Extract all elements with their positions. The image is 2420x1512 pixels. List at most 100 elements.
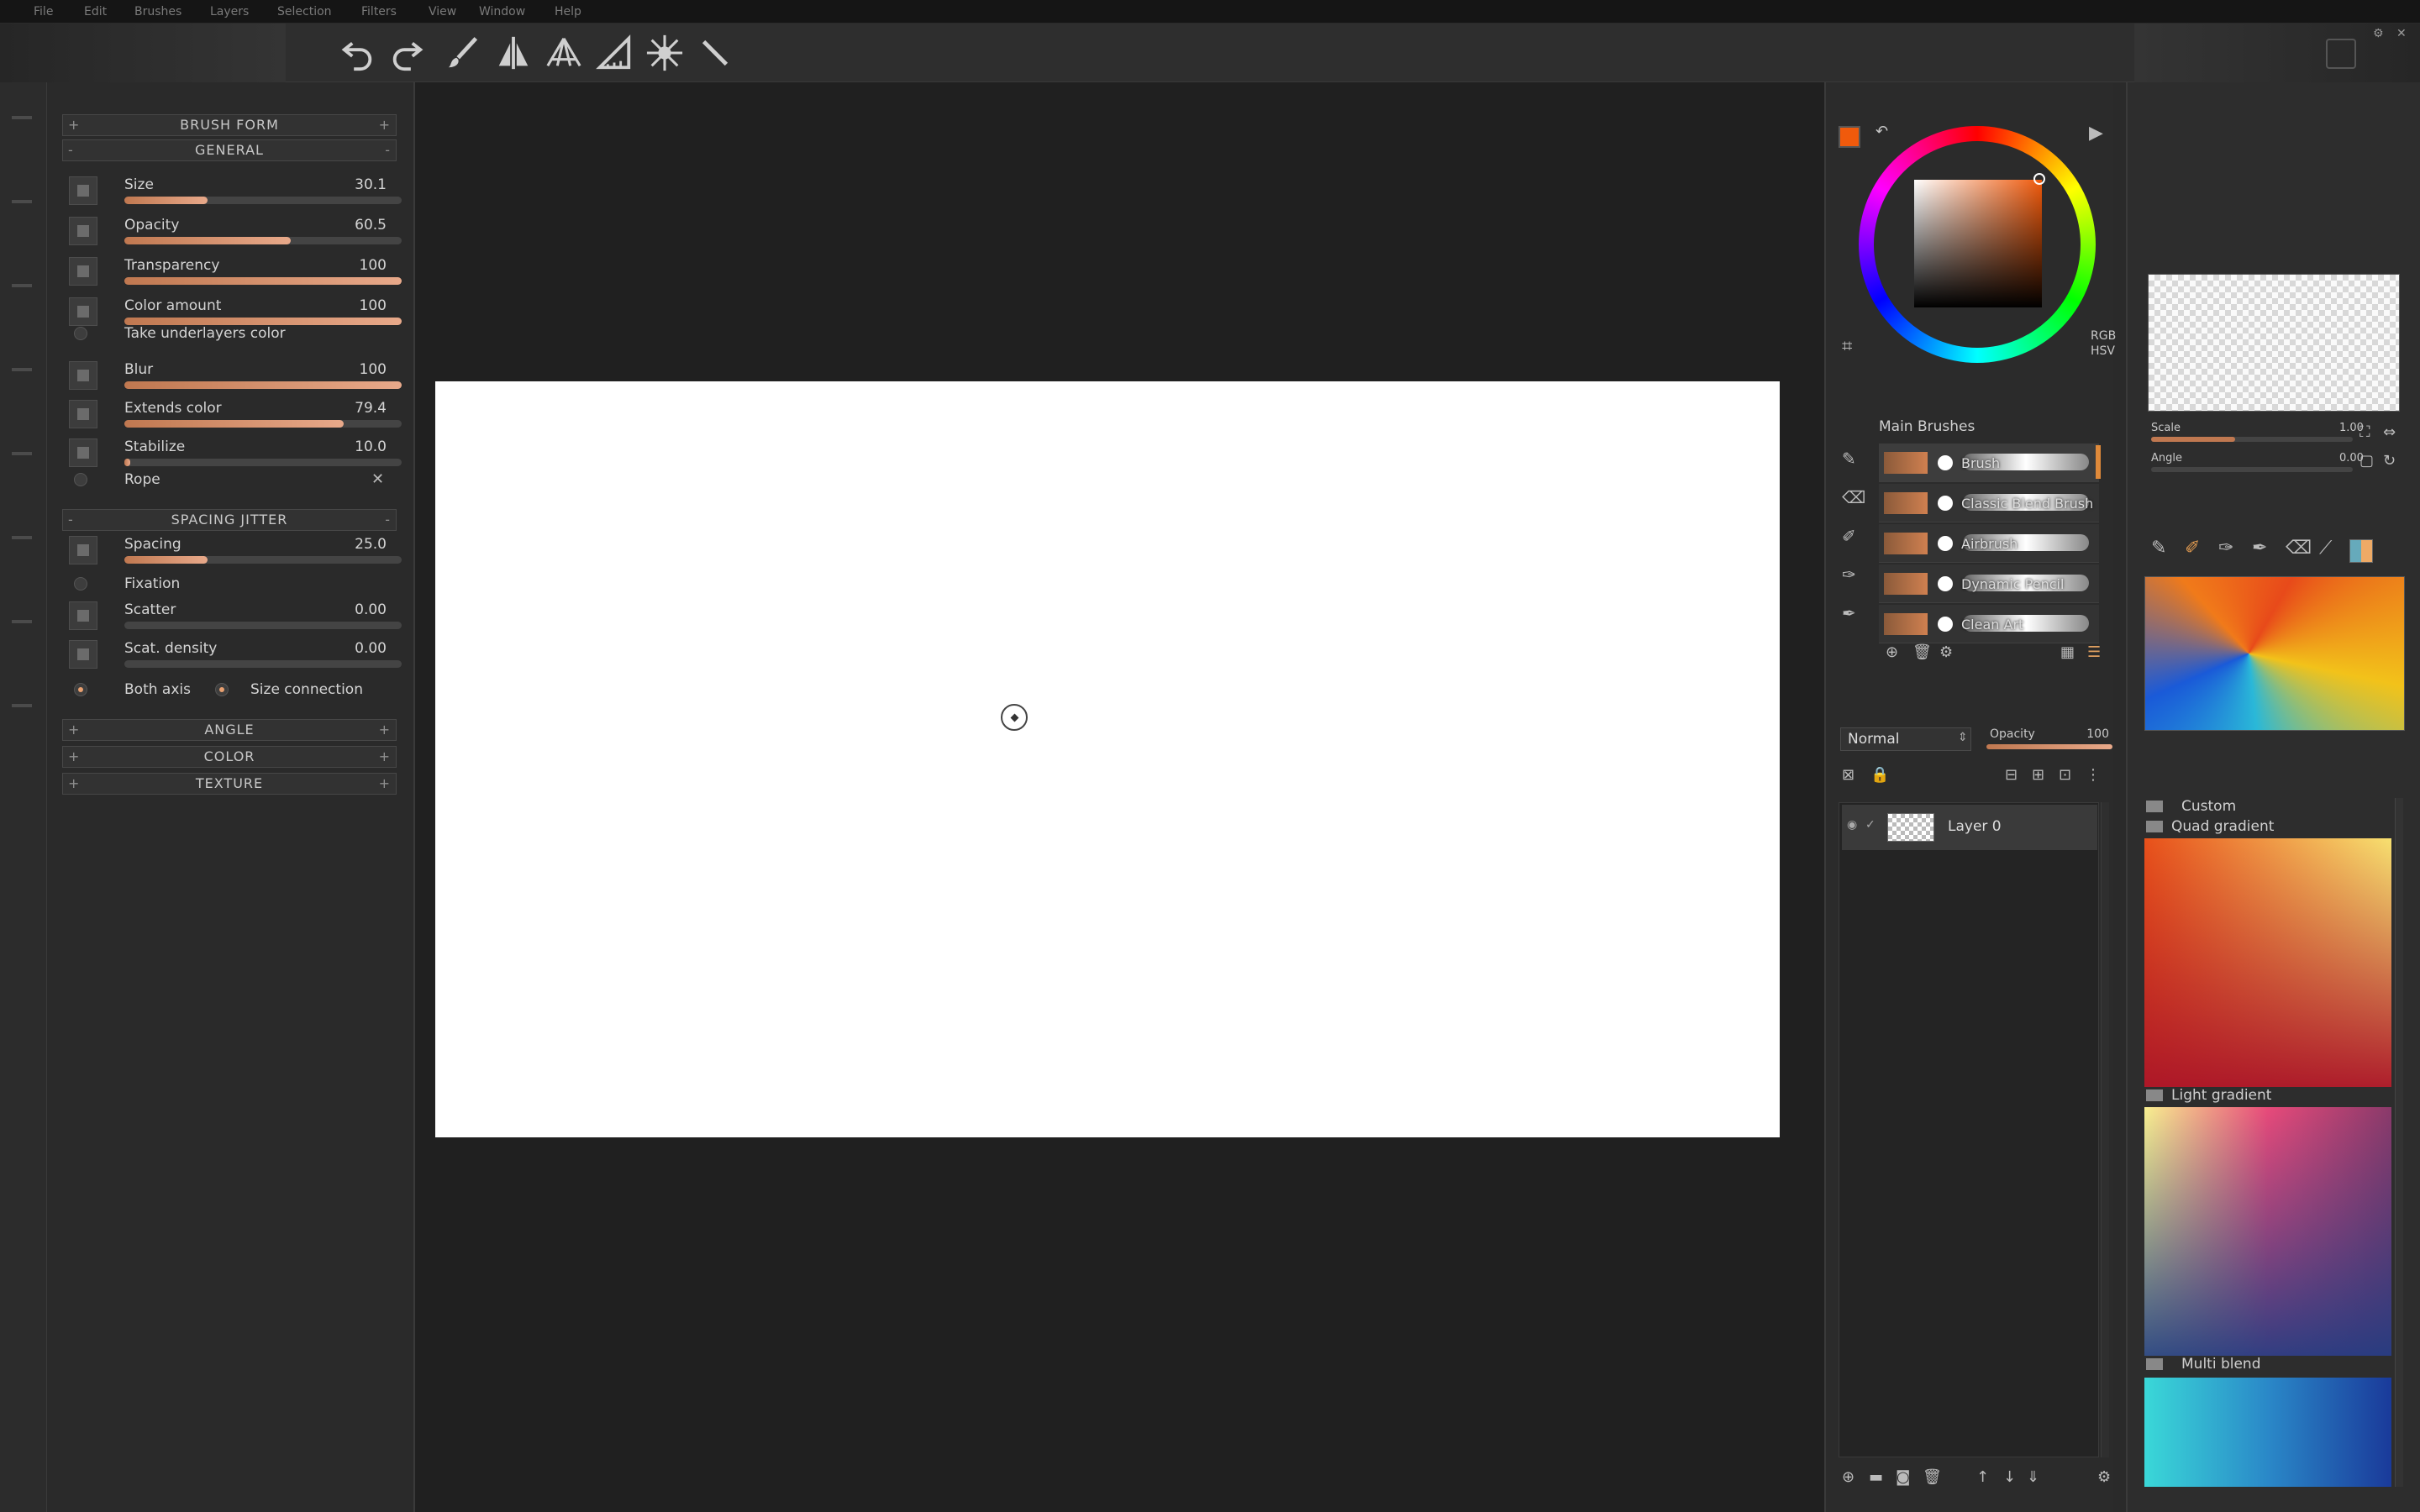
section-color[interactable]: + COLOR + <box>62 746 397 768</box>
play-icon[interactable]: ▶ <box>2089 123 2103 144</box>
menu-window[interactable]: Window <box>479 5 525 18</box>
layers-settings-icon[interactable]: ⚙ <box>2097 1468 2111 1486</box>
undo-icon[interactable] <box>334 30 380 76</box>
toggle-dot[interactable] <box>215 683 229 696</box>
fill-tool-icon[interactable]: ✒ <box>1842 603 1864 625</box>
new-brush-icon[interactable]: ⊕ <box>1886 643 1898 661</box>
section-texture[interactable]: + TEXTURE + <box>62 773 397 795</box>
param-icon[interactable] <box>69 601 97 630</box>
section-brush-form[interactable]: + BRUSH FORM + <box>62 114 397 136</box>
mandala-icon[interactable] <box>642 30 687 76</box>
param-icon[interactable] <box>69 257 97 286</box>
strip-handle[interactable] <box>12 620 32 623</box>
param-slider[interactable] <box>124 197 402 204</box>
layer-row[interactable]: ◉ ✓ Layer 0 <box>1842 805 2097 850</box>
menu-view[interactable]: View <box>429 5 456 18</box>
eyedropper-icon[interactable]: ⟋ <box>2319 538 2332 559</box>
brush-item[interactable]: Dynamic Pencil <box>1879 564 2099 603</box>
menu-selection[interactable]: Selection <box>277 5 332 18</box>
opacity-track[interactable] <box>1986 744 2112 749</box>
eraser-icon[interactable]: ⌫ <box>2286 538 2312 559</box>
param-row-scatter[interactable]: Scatter 0.00 <box>62 598 402 637</box>
strip-handle[interactable] <box>12 368 32 371</box>
param-value[interactable]: 0.00 <box>355 640 387 657</box>
perspective-icon[interactable] <box>541 30 587 76</box>
spray-icon[interactable]: ✑ <box>2218 538 2233 559</box>
lock-icon[interactable]: 🔒 <box>1870 766 1889 784</box>
multi-blend-swatch[interactable] <box>2144 1378 2391 1487</box>
section-angle[interactable]: + ANGLE + <box>62 719 397 741</box>
menu-file[interactable]: File <box>34 5 53 18</box>
gradient-quad-header[interactable]: Quad gradient <box>2143 818 2403 837</box>
lock-transparency-icon[interactable]: ⊠ <box>1842 766 1854 784</box>
flip-icon[interactable]: ⇔ <box>2383 423 2396 441</box>
gradient-multi-header[interactable]: Multi blend <box>2143 1356 2403 1374</box>
take-underlayers-toggle[interactable]: Take underlayers color <box>62 323 397 346</box>
palette-icon[interactable] <box>2349 539 2373 563</box>
param-icon[interactable] <box>69 297 97 326</box>
layer-options-icon[interactable]: ⋮ <box>2086 766 2101 784</box>
straight-line-icon[interactable] <box>692 30 738 76</box>
brush-icon[interactable] <box>440 30 486 76</box>
layers-scrollbar[interactable] <box>2101 802 2109 1457</box>
brush-item[interactable]: Brush <box>1879 444 2099 482</box>
strip-handle[interactable] <box>12 200 32 203</box>
rgb-mode-label[interactable]: RGB <box>2091 329 2116 343</box>
brush-tool-icon[interactable]: ✐ <box>2185 538 2200 559</box>
param-slider[interactable] <box>124 381 402 389</box>
quad-gradient-swatch[interactable] <box>2144 838 2391 1087</box>
param-slider[interactable] <box>124 420 402 428</box>
param-row-spacing[interactable]: Spacing 25.0 <box>62 533 402 571</box>
brush-list-scrollbar[interactable] <box>2096 445 2101 479</box>
param-slider[interactable] <box>124 459 402 466</box>
param-slider[interactable] <box>124 277 402 285</box>
param-value[interactable]: 0.00 <box>355 601 387 618</box>
menu-filters[interactable]: Filters <box>361 5 397 18</box>
toggle-dot[interactable] <box>74 577 87 591</box>
saturation-value-square[interactable] <box>1914 180 2042 307</box>
param-icon[interactable] <box>69 640 97 669</box>
delete-brush-icon[interactable]: 🗑 <box>1912 643 1932 661</box>
param-value[interactable]: 30.1 <box>355 176 387 193</box>
wrench-icon[interactable]: ✕ <box>371 470 384 488</box>
redo-icon[interactable] <box>385 30 430 76</box>
section-spacing-jitter[interactable]: - SPACING JITTER - <box>62 509 397 531</box>
list-view-icon[interactable]: ☰ <box>2087 643 2101 661</box>
texture-scale-slider[interactable] <box>2151 437 2353 442</box>
crop-icon[interactable]: ⌗ <box>1842 336 1852 357</box>
move-down-icon[interactable]: ↓ <box>2003 1468 2016 1486</box>
light-gradient-swatch[interactable] <box>2144 1107 2391 1356</box>
param-value[interactable]: 10.0 <box>355 438 387 455</box>
param-value[interactable]: 25.0 <box>355 536 387 553</box>
layer-opacity-slider[interactable]: Opacity 100 <box>1986 727 2112 751</box>
gradients-scrollbar[interactable] <box>2395 798 2403 1487</box>
param-row-blur[interactable]: Blur 100 <box>62 358 402 396</box>
camera-icon[interactable]: ◙ <box>1896 1468 1910 1486</box>
toggle-dot[interactable] <box>74 473 87 486</box>
texture-angle-slider[interactable] <box>2151 467 2353 472</box>
strip-handle[interactable] <box>12 452 32 455</box>
smudge-tool-icon[interactable]: ✐ <box>1842 526 1864 548</box>
param-icon[interactable] <box>69 536 97 564</box>
texture-preview[interactable] <box>2148 274 2400 412</box>
param-icon[interactable] <box>69 438 97 467</box>
blend-tool-icon[interactable]: ✑ <box>1842 564 1864 586</box>
fit-icon[interactable]: ⛶ <box>2360 423 2370 441</box>
menu-brushes[interactable]: Brushes <box>134 5 182 18</box>
foreground-color-swatch[interactable] <box>1839 126 1860 148</box>
param-row-opacity[interactable]: Opacity 60.5 <box>62 213 402 252</box>
menu-help[interactable]: Help <box>555 5 581 18</box>
pencil-icon[interactable]: ✎ <box>2151 538 2166 559</box>
param-row-extends-color[interactable]: Extends color 79.4 <box>62 396 402 435</box>
param-icon[interactable] <box>69 400 97 428</box>
visibility-eye-icon[interactable]: ◉ <box>1847 818 1857 832</box>
brush-item[interactable]: Clean Art <box>1879 605 2099 643</box>
layer-merge-icon[interactable]: ⊞ <box>2032 766 2044 784</box>
toggle-dot[interactable] <box>74 683 87 696</box>
eraser-tool-icon[interactable]: ⌫ <box>1842 487 1865 509</box>
delete-layer-icon[interactable]: 🗑 <box>1923 1468 1942 1486</box>
param-slider[interactable] <box>124 237 402 244</box>
gradient-light-header[interactable]: Light gradient <box>2143 1087 2403 1105</box>
hsv-mode-label[interactable]: HSV <box>2091 344 2115 358</box>
menu-layers[interactable]: Layers <box>210 5 249 18</box>
